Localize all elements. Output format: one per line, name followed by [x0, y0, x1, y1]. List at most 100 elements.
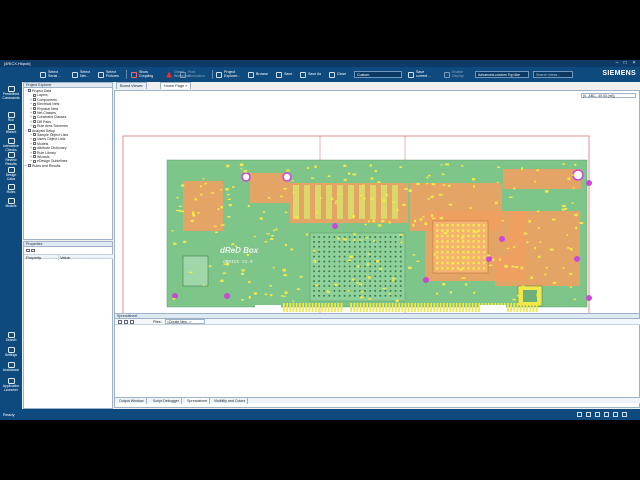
fpga-pad [441, 251, 444, 254]
status-icon[interactable] [577, 412, 582, 417]
fpga-pad [477, 240, 480, 243]
status-icon[interactable] [604, 412, 609, 417]
bga-ball [379, 294, 382, 297]
bga-ball [338, 250, 341, 253]
bga-ball [318, 289, 321, 292]
bga-ball [328, 245, 331, 248]
rail-item-assistance[interactable]: Assistance [0, 362, 22, 373]
smd-pad [432, 217, 436, 220]
project-explorer-button[interactable]: Project Explorer... [216, 69, 240, 80]
edge-finger [305, 303, 308, 312]
tab-home-page[interactable]: Home Page × [160, 82, 192, 89]
rail-item-search[interactable]: Search [0, 332, 22, 343]
browse-button[interactable]: Browse [248, 69, 268, 80]
tree-item-label: Physical Nets [37, 106, 59, 111]
select-fixtures-button[interactable]: Select Fixtures [98, 69, 119, 80]
edge-finger [478, 303, 480, 312]
mode-select[interactable]: Custom [354, 71, 402, 78]
rail-item-calc[interactable]: Design Calcs [0, 167, 22, 181]
smd-pad [416, 182, 420, 186]
show-coupling-button[interactable]: Show Coupling [131, 69, 153, 80]
folder-icon [33, 106, 36, 110]
tab-spreadsheet[interactable]: Spreadsheet [185, 398, 211, 404]
status-icon[interactable] [586, 412, 591, 417]
filter-icon[interactable] [31, 248, 35, 252]
status-icon[interactable] [622, 412, 627, 417]
tree-item[interactable]: + Rules and Results [25, 164, 60, 168]
edge-finger [423, 303, 426, 312]
sort-icon[interactable] [26, 248, 30, 252]
bga-ball [379, 245, 382, 248]
fpga-pad [472, 240, 475, 243]
bga-ball [364, 294, 366, 297]
select-fixtures-icon [98, 71, 104, 78]
rail-item-commands[interactable]: Predefined Commands [0, 86, 22, 100]
save-button[interactable]: Save [276, 69, 292, 80]
toolbar-label: Save [284, 71, 293, 76]
bga-ball [313, 270, 315, 273]
rail-item-rules[interactable]: Rules [0, 184, 22, 195]
project-tree: − Project Data Layers + Components + Electrica… [25, 89, 113, 239]
open-sheet-icon[interactable] [124, 320, 128, 324]
save-current-button[interactable]: Save current ... [408, 69, 431, 80]
fpga-pad [462, 251, 465, 254]
smd-pad [342, 237, 346, 240]
status-icon[interactable] [613, 412, 618, 417]
rail-item-checks[interactable]: Interactive Checks [0, 138, 22, 152]
tab-visibility-colors[interactable]: Visibility and Colors [212, 398, 249, 404]
bga-ball [384, 270, 387, 273]
bga-ball [394, 236, 397, 238]
smd-pad [574, 213, 578, 217]
save-as-button[interactable]: Save As [300, 69, 321, 80]
bga-ball [348, 250, 351, 253]
bga-ball [353, 245, 356, 248]
bga-ball [364, 265, 366, 268]
bga-ball [333, 250, 336, 253]
bga-ball [364, 250, 366, 253]
fpga-pad [441, 240, 444, 243]
rail-item-models[interactable]: Models [0, 198, 22, 209]
rail-item-run[interactable]: Run [0, 112, 22, 123]
enable-display-button[interactable]: Enable Display [444, 69, 464, 80]
fpga-pad [456, 261, 460, 265]
tree-item-label: Electrical Nets [37, 102, 60, 107]
smd-pad [473, 291, 476, 295]
smd-pad [226, 164, 230, 168]
select-net-button[interactable]: Select Net... [72, 69, 90, 80]
smd-pad [181, 184, 185, 187]
close-document-button[interactable]: Close [329, 69, 346, 80]
bga-ball [399, 285, 402, 287]
smd-pad [408, 189, 412, 193]
edge-finger [321, 303, 324, 312]
search-input[interactable]: Search Ideas... [533, 71, 573, 78]
close-icon[interactable]: × [629, 60, 639, 67]
edge-finger [532, 303, 535, 312]
smd-pad [568, 273, 573, 275]
rail-item-results[interactable]: Review Results [0, 152, 22, 166]
fpga-pad [482, 234, 486, 238]
smd-pad [334, 202, 337, 205]
close-tab-icon[interactable]: × [185, 84, 187, 88]
select-serial-button[interactable]: Select Serial ... [40, 69, 61, 80]
rail-item-wizard[interactable]: Wizard [0, 124, 22, 135]
bga-ball [384, 280, 387, 283]
status-icon[interactable] [595, 412, 600, 417]
files-select[interactable]: <Create New...> [165, 319, 205, 324]
smd-pad [364, 223, 367, 226]
bga-ball [353, 275, 356, 278]
post-simulation-button[interactable]: Post Simulation [180, 69, 205, 80]
save-sheet-icon[interactable] [130, 320, 134, 324]
smd-pad [377, 181, 381, 184]
edge-finger [353, 303, 356, 312]
tab-board-viewer[interactable]: Board Viewer [116, 82, 147, 89]
post-sim-icon [180, 71, 186, 78]
layer-combo[interactable]: Advanced-custom Top like [475, 71, 529, 78]
tree-item-label: Components [37, 97, 57, 102]
rail-item-launcher[interactable]: Application Launcher [0, 378, 22, 392]
bga-ball [364, 255, 366, 258]
new-sheet-icon[interactable] [118, 320, 122, 324]
smd-pad [392, 277, 396, 280]
rail-item-settings[interactable]: Settings [0, 347, 22, 358]
tab-output-window[interactable]: Output Window [117, 398, 147, 404]
tab-script-debugger[interactable]: Script Debugger [151, 398, 182, 404]
